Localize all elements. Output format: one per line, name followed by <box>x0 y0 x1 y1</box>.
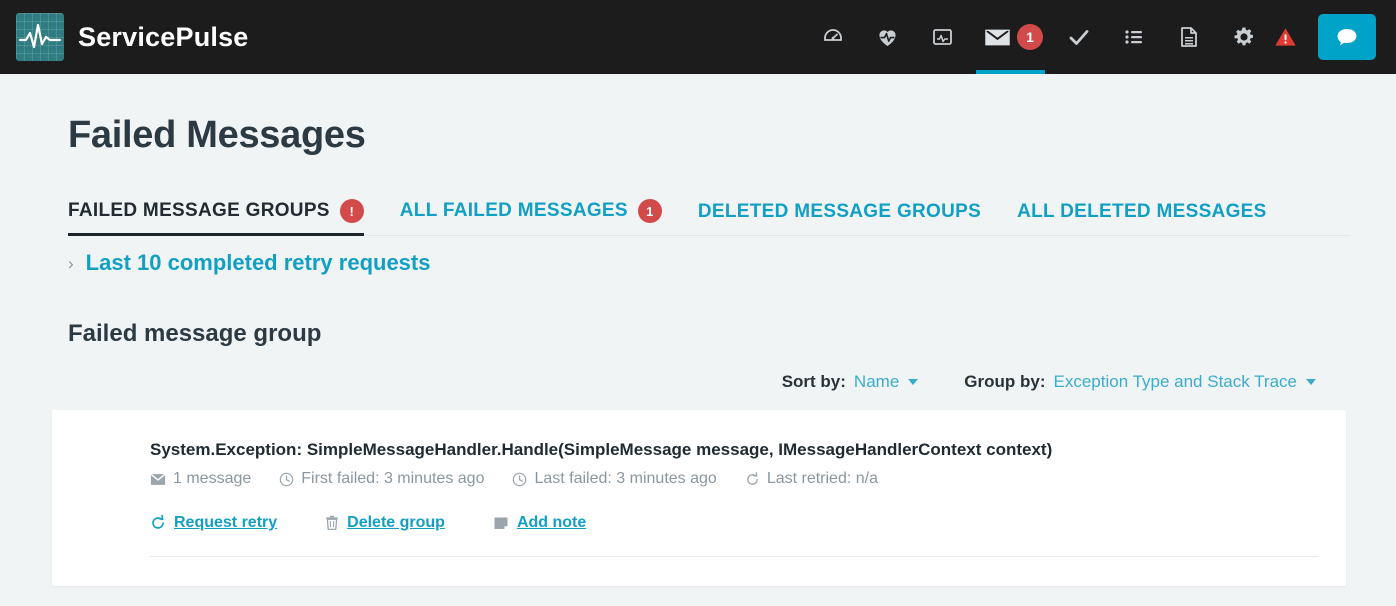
chevron-down-icon <box>1306 379 1316 385</box>
group-meta-row: 1 message First failed: 3 minutes ago La… <box>150 470 1314 488</box>
page-content: Failed Messages FAILED MESSAGE GROUPS ! … <box>0 114 1396 586</box>
envelope-icon <box>150 473 166 486</box>
nav-item-failed-messages[interactable]: 1 <box>970 0 1051 74</box>
tab-all-failed-messages[interactable]: ALL FAILED MESSAGES 1 <box>400 195 662 235</box>
sort-by-control: Sort by: Name <box>782 372 919 392</box>
retry-icon <box>745 471 760 487</box>
tab-label: FAILED MESSAGE GROUPS <box>68 200 330 221</box>
brand[interactable]: ServicePulse <box>16 13 249 61</box>
page-title: Failed Messages <box>68 114 366 156</box>
section-title: Failed message group <box>68 320 322 347</box>
group-by-dropdown[interactable]: Exception Type and Stack Trace <box>1053 372 1316 392</box>
chevron-right-icon: › <box>68 253 74 273</box>
warning-triangle-icon <box>1273 25 1298 49</box>
tab-count-badge: 1 <box>637 199 662 223</box>
monitoring-chart-icon <box>930 25 955 49</box>
brand-name: ServicePulse <box>78 21 249 52</box>
failed-message-group-card: System.Exception: SimpleMessageHandler.H… <box>52 410 1346 586</box>
meta-message-count: 1 message <box>150 470 251 488</box>
nav-item-heartbeats[interactable] <box>860 0 915 74</box>
gear-icon <box>1232 25 1256 49</box>
pulse-waveform-icon <box>16 13 64 61</box>
nav-item-custom-checks[interactable] <box>1051 0 1106 74</box>
envelope-icon <box>984 26 1011 48</box>
top-nav-items: 1 <box>805 0 1376 74</box>
card-divider <box>150 556 1318 557</box>
tab-failed-message-groups[interactable]: FAILED MESSAGE GROUPS ! <box>68 195 364 236</box>
delete-group-button[interactable]: Delete group <box>325 514 445 532</box>
nav-item-dashboard[interactable] <box>805 0 860 74</box>
meta-text: First failed: 3 minutes ago <box>301 470 485 487</box>
meta-text: Last failed: 3 minutes ago <box>534 470 717 487</box>
tab-deleted-message-groups[interactable]: DELETED MESSAGE GROUPS <box>698 197 981 235</box>
tab-bar: FAILED MESSAGE GROUPS ! ALL FAILED MESSA… <box>68 195 1350 236</box>
tab-label: ALL FAILED MESSAGES <box>399 200 628 221</box>
action-label: Add note <box>516 514 587 531</box>
tab-all-deleted-messages[interactable]: ALL DELETED MESSAGES <box>1017 197 1267 235</box>
sort-by-dropdown[interactable]: Name <box>853 372 919 392</box>
chevron-down-icon <box>908 379 919 385</box>
request-retry-button[interactable]: Request retry <box>150 514 277 532</box>
tab-label: DELETED MESSAGE GROUPS <box>697 201 982 222</box>
action-label: Request retry <box>174 514 278 531</box>
tab-label: ALL DELETED MESSAGES <box>1017 201 1267 222</box>
nav-item-events[interactable] <box>1106 0 1161 74</box>
group-actions: Request retry Delete group Add note <box>150 514 1314 532</box>
nav-item-documentation[interactable] <box>1161 0 1216 74</box>
chat-button[interactable] <box>1318 14 1376 60</box>
add-note-button[interactable]: Add note <box>493 514 586 532</box>
completed-retry-requests-accordion[interactable]: › Last 10 completed retry requests <box>68 250 1346 276</box>
nav-item-alerts[interactable] <box>1271 0 1310 74</box>
meta-first-failed: First failed: 3 minutes ago <box>279 470 484 488</box>
nav-item-configuration[interactable] <box>1216 0 1271 74</box>
clock-icon <box>279 472 294 487</box>
list-icon <box>1122 25 1146 49</box>
list-controls: Sort by: Name Group by: Exception Type a… <box>50 372 1316 392</box>
retry-icon <box>150 515 166 531</box>
meta-last-failed: Last failed: 3 minutes ago <box>512 470 717 488</box>
trash-icon <box>325 515 339 531</box>
group-by-control: Group by: Exception Type and Stack Trace <box>964 372 1316 392</box>
nav-item-monitoring[interactable] <box>915 0 970 74</box>
meta-text: Last retried: n/a <box>766 470 878 487</box>
tab-alert-badge: ! <box>339 199 364 223</box>
check-icon <box>1067 25 1091 49</box>
sort-by-value: Name <box>853 372 900 391</box>
top-navigation-bar: ServicePulse 1 <box>0 0 1396 74</box>
meta-last-retried: Last retried: n/a <box>745 470 878 488</box>
note-icon <box>493 515 509 531</box>
group-by-value: Exception Type and Stack Trace <box>1053 372 1298 391</box>
accordion-label: Last 10 completed retry requests <box>85 250 431 275</box>
clock-icon <box>512 472 527 487</box>
failed-messages-count-badge: 1 <box>1017 24 1043 50</box>
group-exception-title: System.Exception: SimpleMessageHandler.H… <box>150 440 1053 459</box>
sort-by-label: Sort by: <box>781 372 846 391</box>
action-label: Delete group <box>347 514 445 531</box>
group-by-label: Group by: <box>964 372 1046 391</box>
dashboard-gauge-icon <box>821 25 845 49</box>
heart-pulse-icon <box>875 25 900 49</box>
speech-bubble-icon <box>1334 25 1360 49</box>
document-icon <box>1178 25 1200 49</box>
meta-text: 1 message <box>173 470 252 487</box>
